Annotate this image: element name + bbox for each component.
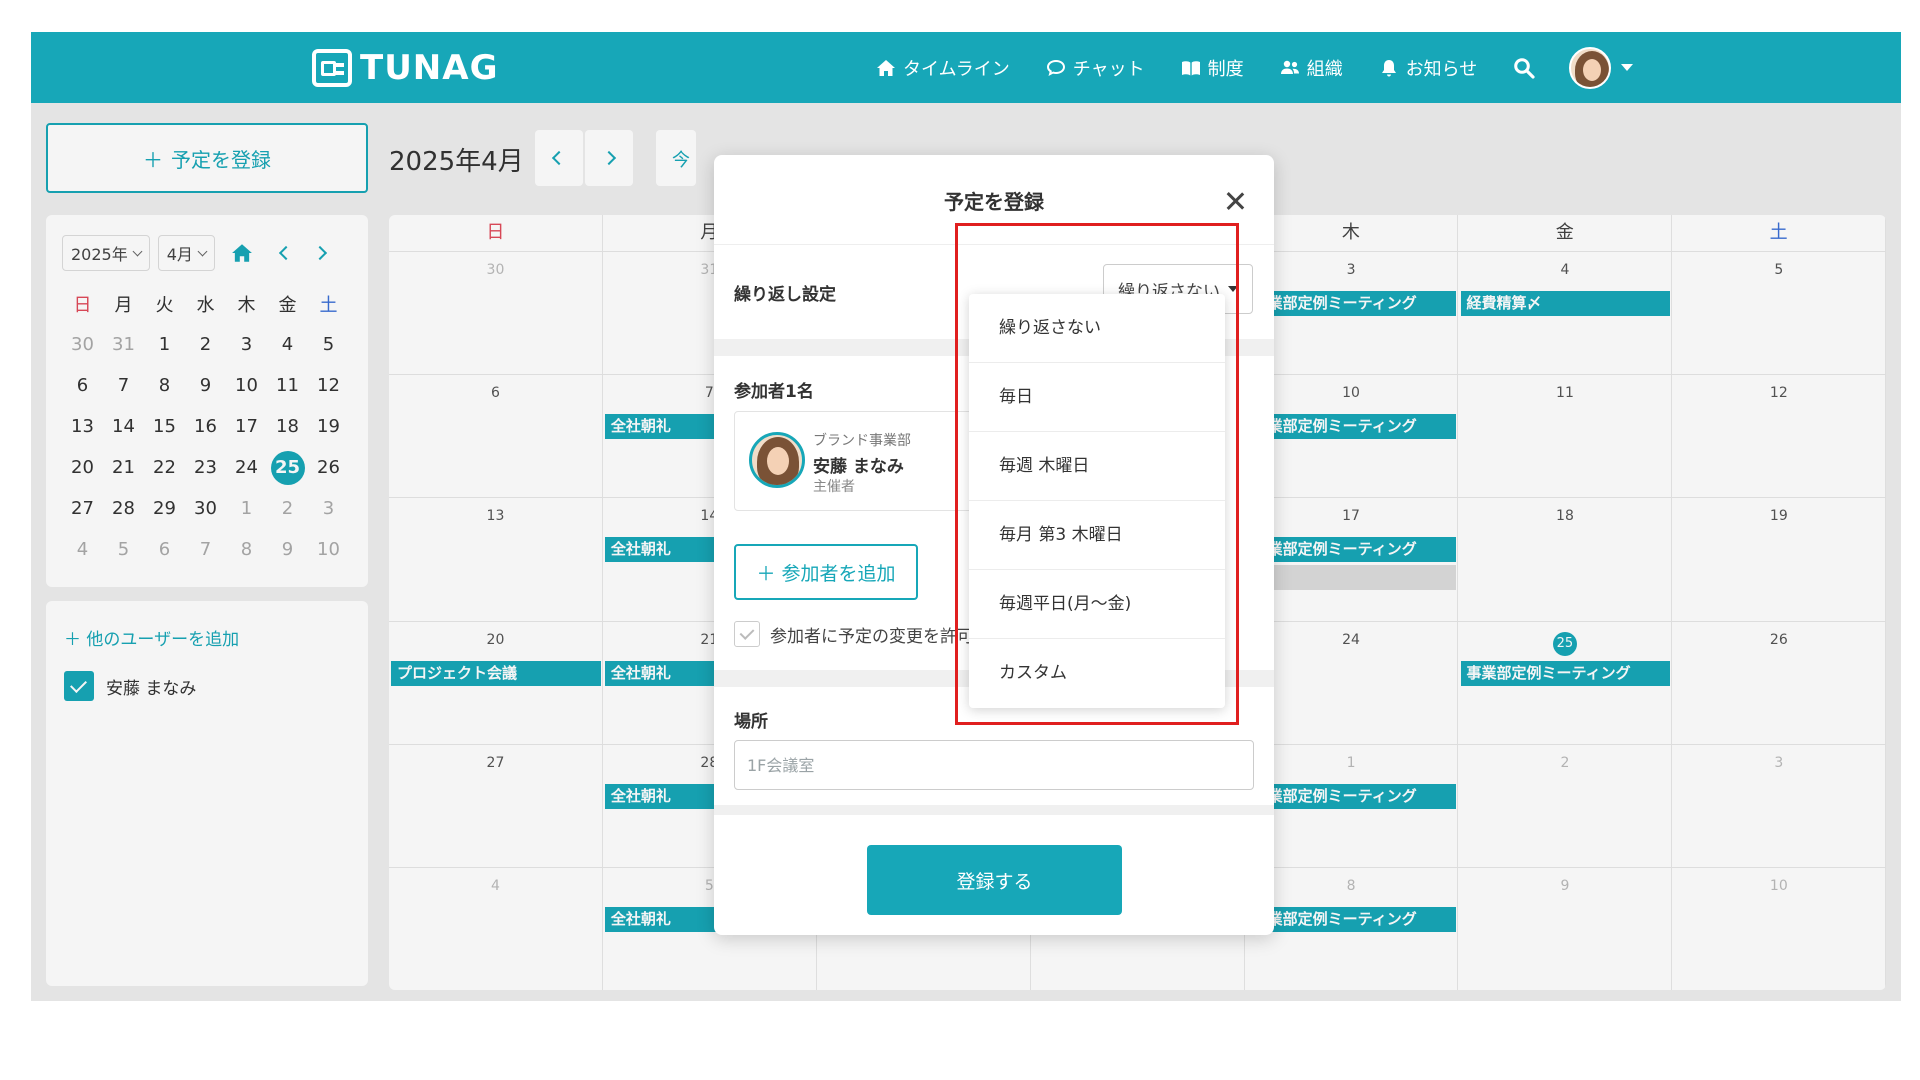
- avatar: [749, 432, 805, 488]
- modal-title: 予定を登録: [944, 190, 1044, 214]
- nav-label: 制度: [1207, 58, 1244, 80]
- participants-label: 参加者1名: [734, 382, 814, 402]
- nav-organization[interactable]: 組織: [1280, 55, 1343, 81]
- repeat-label: 繰り返し設定: [734, 285, 836, 305]
- participant-name: 安藤 まなみ: [813, 457, 904, 477]
- location-input[interactable]: [734, 740, 1254, 790]
- nav-label: チャット: [1072, 58, 1145, 80]
- avatar: [1569, 46, 1612, 89]
- book-icon: [1181, 60, 1200, 75]
- user-menu[interactable]: [1569, 46, 1634, 89]
- participant-role: 主催者: [813, 479, 855, 495]
- close-icon[interactable]: [1224, 190, 1246, 212]
- home-icon: [877, 59, 895, 76]
- nav-system[interactable]: 制度: [1181, 55, 1244, 81]
- bell-icon: [1381, 59, 1396, 76]
- nav-label: お知らせ: [1405, 58, 1478, 80]
- participant-dept: ブランド事業部: [813, 433, 911, 449]
- add-participant-button[interactable]: ＋ 参加者を追加: [734, 544, 918, 600]
- main-nav: タイムライン チャット 制度 組織 お知らせ: [876, 32, 1634, 103]
- highlight-annotation: [955, 223, 1239, 725]
- caret-down-icon: [1621, 64, 1634, 71]
- brand-logo[interactable]: TUNAG: [312, 48, 498, 88]
- nav-label: 組織: [1306, 58, 1343, 80]
- add-participant-label: 参加者を追加: [781, 562, 896, 585]
- submit-button[interactable]: 登録する: [867, 845, 1122, 915]
- brand-name: TUNAG: [360, 48, 499, 88]
- checkbox-unchecked[interactable]: [734, 621, 760, 647]
- location-label: 場所: [734, 712, 768, 732]
- nav-timeline[interactable]: タイムライン: [876, 55, 1010, 81]
- allow-edit-option[interactable]: 参加者に予定の変更を許可: [734, 621, 974, 647]
- search-icon[interactable]: [1513, 57, 1535, 79]
- nav-label: タイムライン: [903, 58, 1010, 80]
- users-icon: [1280, 60, 1299, 74]
- top-header: TUNAG タイムライン チャット 制度 組織 お知らせ: [31, 32, 1901, 103]
- chat-icon: [1046, 59, 1065, 76]
- section-divider: [714, 805, 1274, 815]
- nav-chat[interactable]: チャット: [1046, 55, 1145, 81]
- logo-mark-icon: [312, 49, 352, 87]
- allow-edit-label: 参加者に予定の変更を許可: [770, 626, 974, 647]
- app-window: TUNAG タイムライン チャット 制度 組織 お知らせ ＋ 予定を登録 202…: [31, 32, 1901, 1001]
- plus-icon: ＋: [756, 562, 776, 585]
- nav-notices[interactable]: お知らせ: [1379, 55, 1478, 81]
